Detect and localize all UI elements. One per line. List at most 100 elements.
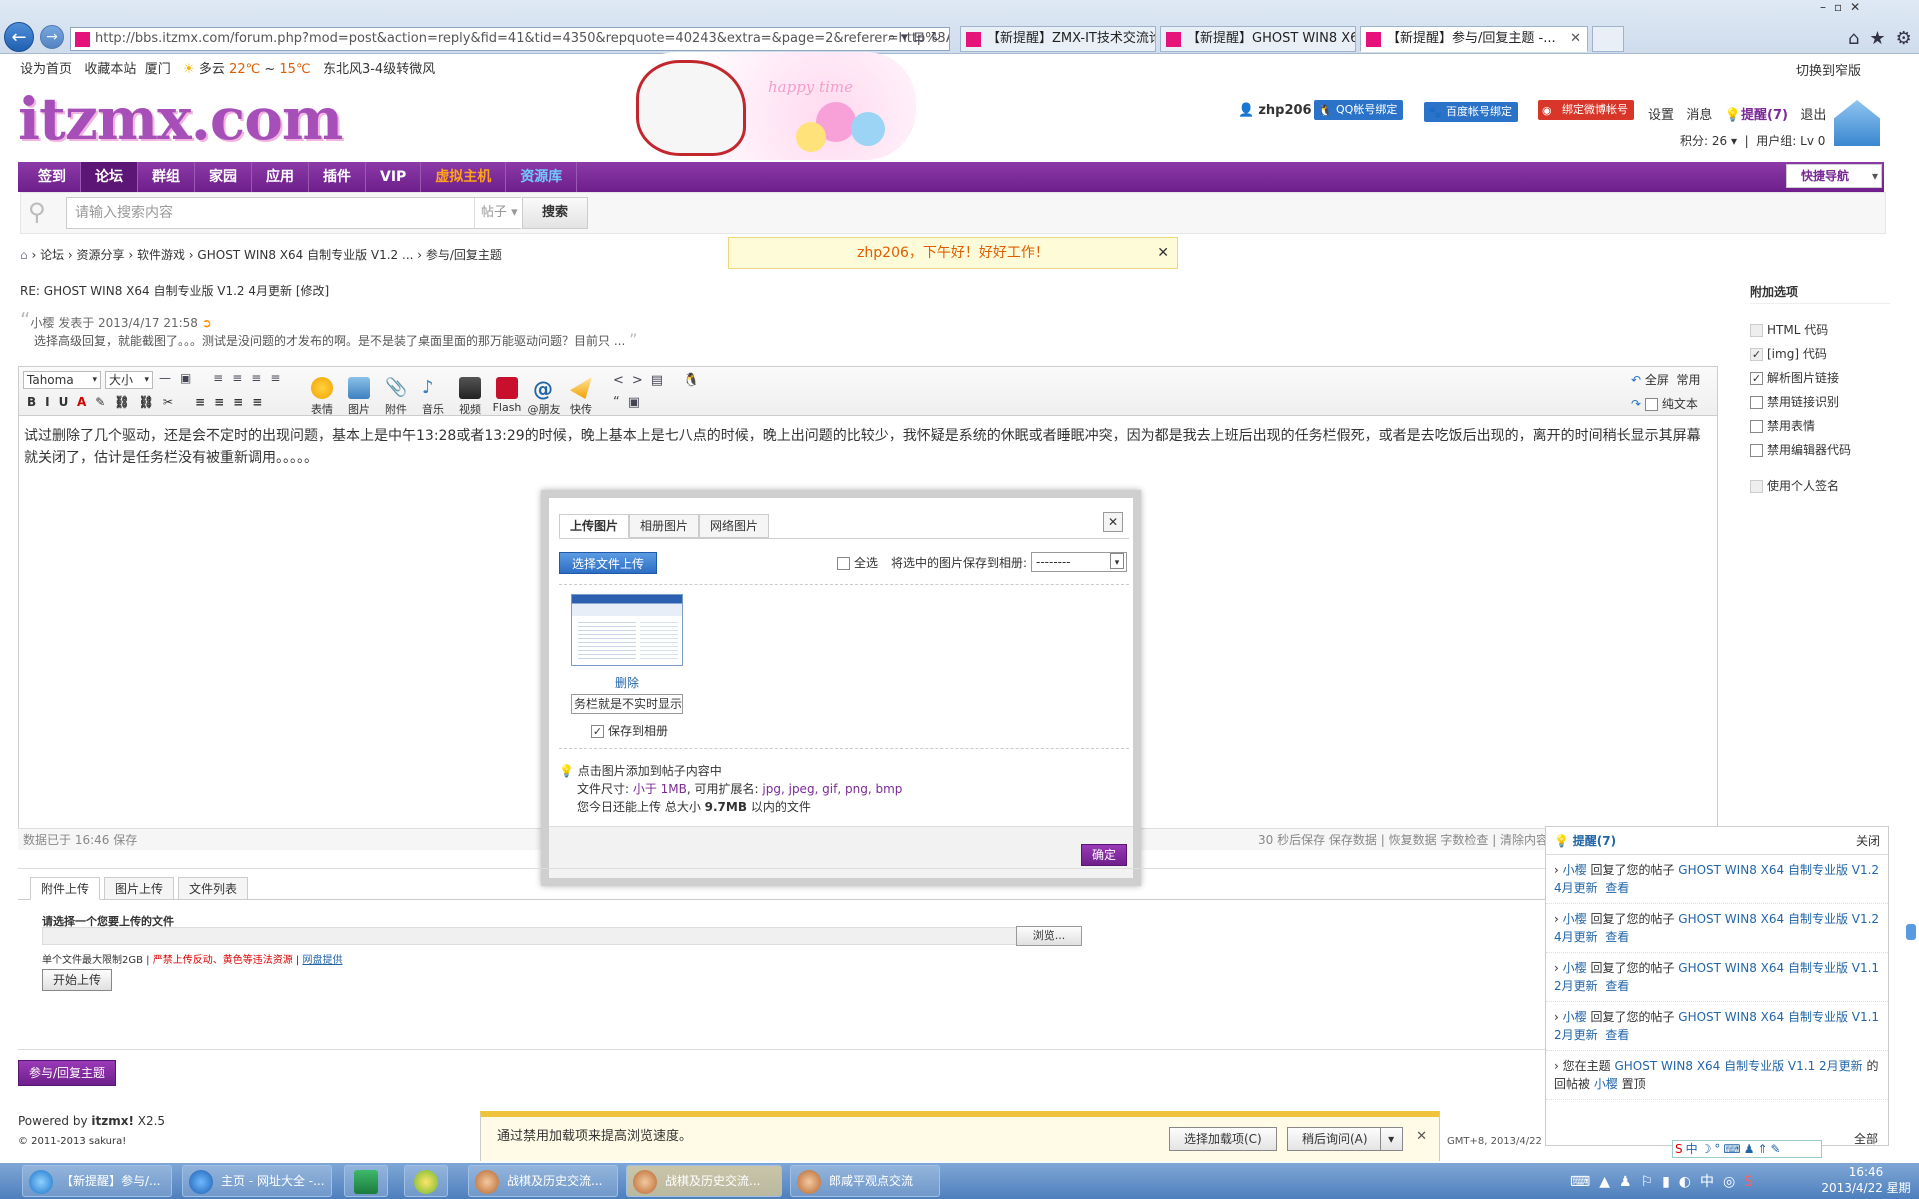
taskbar-item-qq-group-active[interactable]: 战棋及历史交流... [626,1165,782,1197]
reminder-view-link[interactable]: 查看 [1605,1028,1629,1042]
option-checkbox[interactable] [1750,324,1763,337]
forward-button[interactable]: → [40,25,64,49]
video-icon[interactable] [459,377,481,399]
option-disable-code[interactable]: 禁用编辑器代码 [1750,438,1890,462]
nav-item[interactable]: 插件 [309,162,366,192]
plaintext-toggle[interactable]: ↷ 纯文本 [1631,395,1698,412]
option-checkbox[interactable]: ✓ [1750,372,1763,385]
option-checkbox[interactable] [1750,444,1763,457]
tab-2[interactable]: 【新提醒】GHOST WIN8 X6... [1160,26,1356,52]
attachment-icon[interactable]: 📎 [385,377,407,399]
music-icon[interactable]: ♪ [422,377,444,399]
reminder-view-link[interactable]: 查看 [1605,881,1629,895]
quote-box-icons[interactable]: “▣ [613,395,648,410]
choose-addons-button[interactable]: 选择加载项(C) [1169,1127,1277,1151]
tab-attachment-upload[interactable]: 附件上传 [30,877,101,900]
taskbar-item-sogou[interactable]: 主页 - 网址大全 -... [182,1165,332,1197]
code-quote-icons[interactable]: <>▤ 🐧 [613,373,707,388]
nav-item[interactable]: 签到 [18,162,81,192]
uploaded-image-thumbnail[interactable] [571,594,683,666]
reminders-link[interactable]: 提醒(7) [1741,108,1788,123]
reminder-topic[interactable]: GHOST WIN8 X64 自制专业版 V1.1 2月更新 [1614,1059,1862,1073]
size-select[interactable]: 大小 ▾ [105,371,153,389]
nav-item[interactable]: 群组 [138,162,195,192]
emoji-icon[interactable] [311,377,333,399]
file-path-input[interactable] [42,927,1042,945]
clock[interactable]: 16:46 2013/4/22 星期一 [1816,1164,1916,1199]
home-star-gear-icons[interactable]: ⌂★⚙ [1848,28,1919,49]
provider-link[interactable]: 网盘提供 [302,955,342,966]
option-img[interactable]: ✓ [img] 代码 [1750,342,1890,366]
tab-1[interactable]: 【新提醒】ZMX-IT技术交流论... [960,26,1156,52]
submit-reply-button[interactable]: 参与/回复主题 [18,1060,117,1086]
close-icon[interactable]: ✕ [1157,238,1169,268]
taskbar-item-app[interactable] [344,1165,388,1197]
tab-image-upload[interactable]: 图片上传 [104,877,175,900]
messages-link[interactable]: 消息 [1686,108,1712,123]
reminder-view-link[interactable]: 查看 [1605,930,1629,944]
side-scroll-indicator[interactable] [1906,924,1916,940]
quick-nav-button[interactable]: 快捷导航 ▾ [1786,164,1882,188]
set-home-link[interactable]: 设为首页 [20,62,72,77]
reminder-close[interactable]: 关闭 [1856,827,1880,855]
nav-item[interactable]: 家园 [195,162,252,192]
search-button[interactable]: 搜索 [522,197,588,229]
close-dialog-icon[interactable]: ✕ [1103,512,1123,532]
site-logo[interactable]: itzmx.com [18,85,343,153]
breadcrumb-item[interactable]: 论坛 [40,248,64,262]
flash-icon[interactable] [496,377,518,399]
option-parse-links[interactable]: ✓ 解析图片链接 [1750,366,1890,390]
user-group[interactable]: 用户组: Lv 0 [1756,134,1825,148]
weibo-bind-button[interactable]: ◉ 绑定微博帐号 [1538,100,1634,120]
confirm-button[interactable]: 确定 [1081,844,1128,866]
option-disable-emoji[interactable]: 禁用表情 [1750,414,1890,438]
baidu-bind-button[interactable]: 🐾 百度帐号绑定 [1424,102,1518,122]
taskbar-item-ie[interactable]: 【新提醒】参与/... [22,1165,172,1197]
back-button[interactable]: ← [4,22,34,52]
autosave-links[interactable]: 30 秒后保存 保存数据 | 恢复数据 字数检查 | 清除内容 [1258,829,1548,851]
settings-link[interactable]: 设置 [1648,108,1674,123]
avatar[interactable] [1834,100,1880,146]
nav-item[interactable]: VIP [366,162,422,192]
album-select[interactable]: -------- ▾ [1031,552,1127,572]
goto-post-icon[interactable]: ➲ [202,316,212,330]
reminder-all-link[interactable]: 全部 [1854,1130,1878,1147]
new-tab-button[interactable] [1592,26,1624,52]
taskbar-item-qq-group[interactable]: 郎咸平观点交流 [790,1165,940,1197]
option-checkbox[interactable]: ✓ [1750,348,1763,361]
chevron-down-icon[interactable]: ▾ [1379,1128,1402,1150]
option-signature[interactable]: 使用个人签名 [1750,474,1890,498]
select-all-toggle[interactable]: 全选 [837,554,878,571]
tab-3-active[interactable]: 【新提醒】参与/回复主题 -... ✕ [1360,26,1588,52]
breadcrumb-item[interactable]: GHOST WIN8 X64 自制专业版 V1.2 ... [197,248,413,262]
taskbar-item-qq-group[interactable]: 战棋及历史交流... [468,1165,618,1197]
option-checkbox[interactable] [1750,480,1763,493]
save-to-album-checkbox[interactable]: ✓ [591,725,604,738]
save-to-album-toggle[interactable]: ✓ 保存到相册 [591,722,668,739]
nav-item[interactable]: 资源库 [506,162,578,192]
tab-upload-image[interactable]: 上传图片 [559,514,630,538]
breadcrumb-item[interactable]: 资源分享 [77,248,125,262]
option-html[interactable]: HTML 代码 [1750,318,1890,342]
reminder-user[interactable]: 小樱 [1563,912,1587,926]
username[interactable]: zhp206 [1258,103,1311,118]
close-tab-icon[interactable]: ✕ [1570,27,1581,51]
address-bar[interactable]: http://bbs.itzmx.com/forum.php?mod=post&… [70,27,950,51]
home-icon[interactable]: ⌂ [20,248,28,262]
quick-send-icon[interactable] [570,377,592,399]
mention-icon[interactable]: @ [533,377,555,401]
ime-toolbar[interactable]: S中☽°⌨♟⇑✎ [1672,1140,1822,1158]
undo-icon[interactable]: ↶ [1631,373,1641,387]
system-tray-icons[interactable]: ⌨▲♟⚐▮◐中◎S [1570,1171,1762,1191]
tab-file-list[interactable]: 文件列表 [178,877,249,900]
common-button[interactable]: 常用 [1677,373,1701,387]
powered-name[interactable]: itzmx! [91,1114,134,1128]
delete-image-link[interactable]: 删除 [571,674,683,691]
font-select[interactable]: Tahoma ▾ [23,371,101,389]
switch-width-link[interactable]: 切换到窄版 [1796,60,1861,79]
select-files-button[interactable]: 选择文件上传 [559,552,658,574]
option-checkbox[interactable] [1750,396,1763,409]
format-icons-row2[interactable]: BIUA✎⛓⛓✂ ≡≡≡≡ [27,395,271,409]
browse-button[interactable]: 浏览... [1016,926,1082,946]
search-input[interactable]: 请输入搜索内容 [66,197,521,229]
